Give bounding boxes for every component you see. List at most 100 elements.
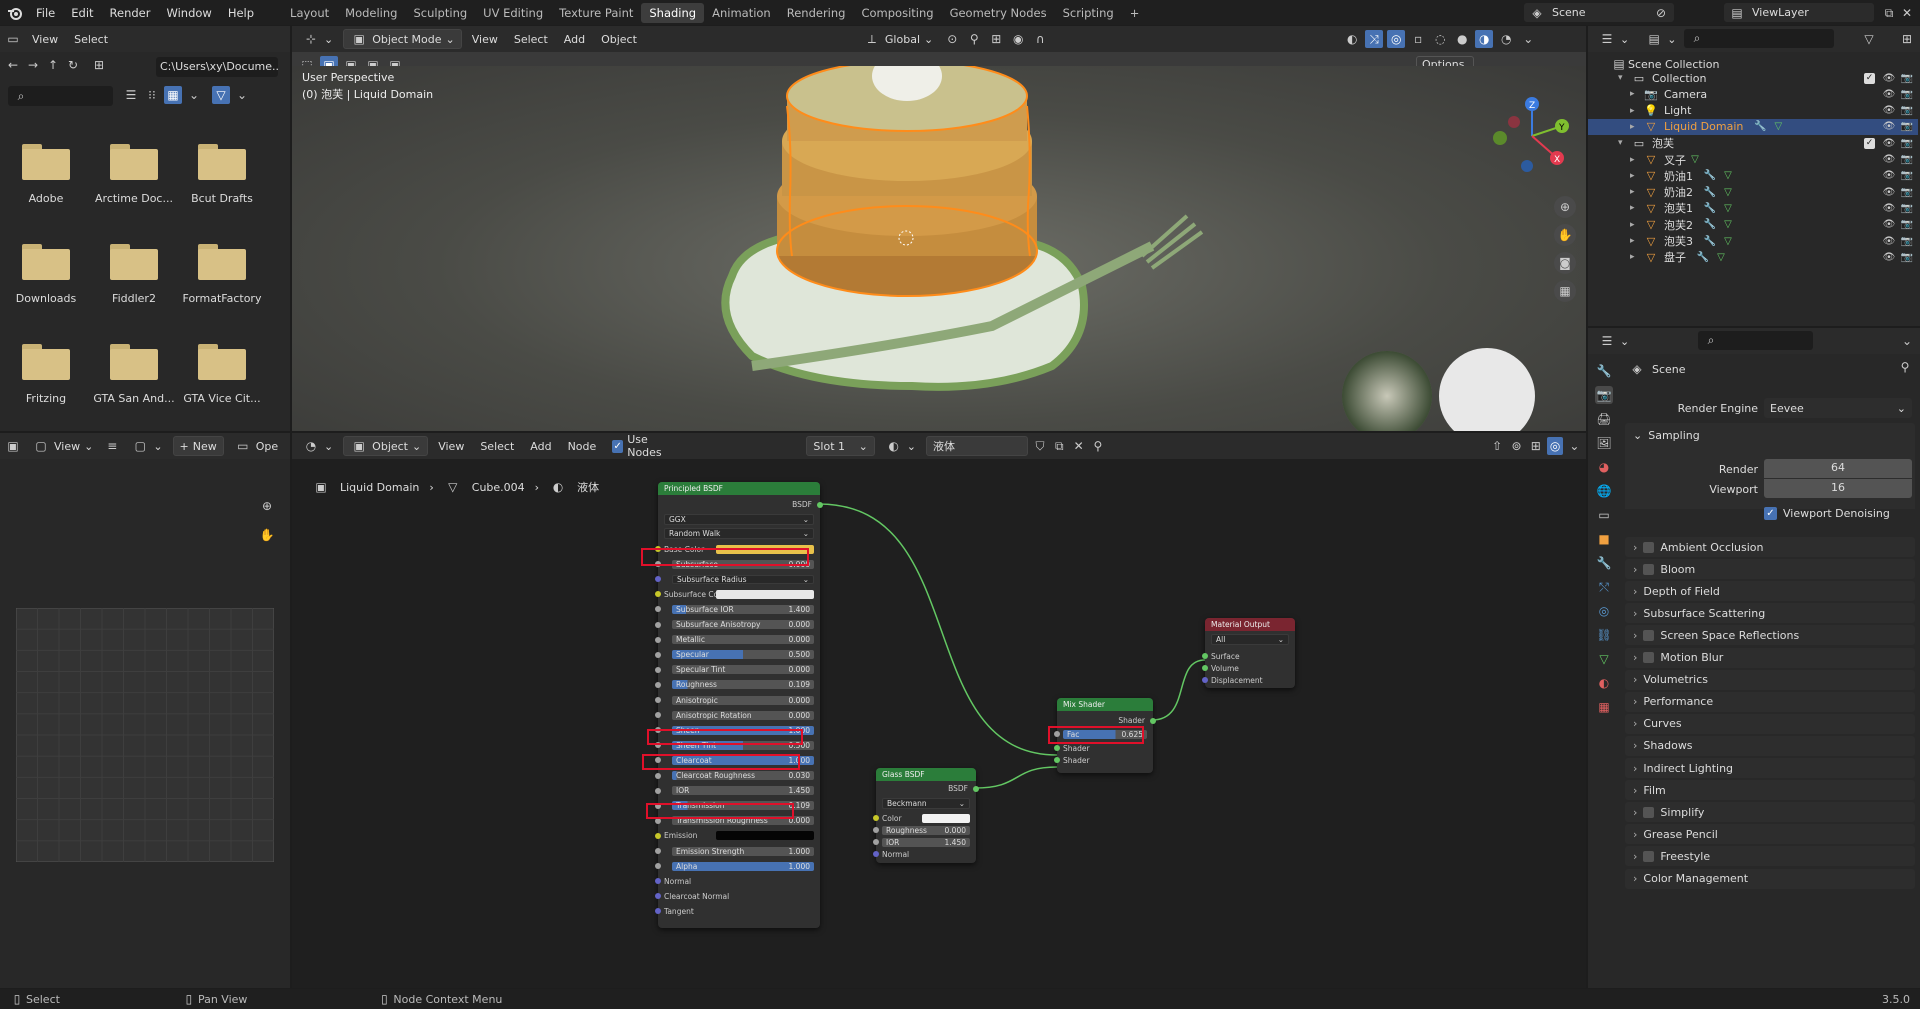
transform-orientation[interactable]: ⟂ Global ⌄ [857, 29, 939, 49]
panel-screen-space-reflections[interactable]: › Screen Space Reflections [1625, 625, 1915, 646]
output-target-dropdown[interactable]: All ⌄ [1211, 634, 1289, 645]
menu-render[interactable]: Render [102, 6, 159, 20]
value-slider[interactable]: Anisotropic Rotation 0.000 [672, 710, 814, 720]
snap-target-icon[interactable]: ⊞ [987, 30, 1005, 48]
solid-shading-icon[interactable]: ● [1453, 30, 1471, 48]
fb-menu-select[interactable]: Select [68, 29, 114, 49]
checkbox-checked-icon[interactable]: ✓ [1864, 137, 1875, 149]
panel-bloom[interactable]: › Bloom [1625, 559, 1915, 580]
glass-bsdf-node[interactable]: Glass BSDF BSDF Beckmann ⌄ Color Roughnes… [873, 768, 979, 863]
panel-indirect-lighting[interactable]: › Indirect Lighting [1625, 758, 1915, 778]
open-image-button[interactable]: ▭ Ope [228, 436, 284, 456]
camera-render-icon[interactable]: 📷 [1898, 232, 1916, 250]
value-slider[interactable]: Specular 0.500 [672, 650, 814, 660]
eye-icon[interactable]: 👁 [1880, 232, 1898, 250]
panel-performance[interactable]: › Performance [1625, 691, 1915, 712]
node-header[interactable]: Mix Shader [1057, 698, 1153, 711]
path-input[interactable]: C:\Users\xy\Docume... [156, 57, 278, 77]
subsurface-method-dropdown[interactable]: Random Walk ⌄ [664, 528, 814, 539]
vp-menu-view[interactable]: View [466, 29, 504, 49]
editor-type-icon[interactable]: ▣ [4, 437, 22, 455]
chevron-down-icon[interactable]: ⌄ [1898, 332, 1916, 350]
outliner-item[interactable]: ▸ ▽ 泡芙2 🔧 ▽ 👁 📷 [1588, 217, 1918, 233]
input-socket[interactable] [655, 606, 661, 613]
principled-row-subsurface-anisotropy[interactable]: Subsurface Anisotropy 0.000 [655, 620, 814, 630]
modifier-icon[interactable]: 🔧 [1701, 167, 1719, 185]
value-slider[interactable]: Emission Strength 1.000 [672, 846, 814, 856]
panel-shadows[interactable]: › Shadows [1625, 735, 1915, 756]
eye-icon[interactable]: 👁 [1880, 102, 1898, 120]
ie-image-browse[interactable]: ▢ ⌄ [125, 436, 168, 456]
render-samples-field[interactable]: 64 [1764, 459, 1912, 478]
viewport-denoising-checkbox[interactable]: ✓ Viewport Denoising [1764, 507, 1890, 520]
chevron-right-icon[interactable]: ▸ [1630, 252, 1642, 262]
view-layer-tab-icon[interactable]: 🖼 [1595, 434, 1613, 452]
checkbox-icon[interactable] [1643, 541, 1655, 553]
menu-help[interactable]: Help [220, 6, 262, 20]
principled-row-anisotropic-rotation[interactable]: Anisotropic Rotation 0.000 [655, 710, 814, 720]
mode-selector[interactable]: ▣ Object Mode ⌄ [343, 29, 462, 49]
workspace-tab-layout[interactable]: Layout [282, 3, 337, 23]
color-swatch[interactable] [716, 589, 814, 599]
checkbox-icon[interactable] [1643, 563, 1655, 575]
principled-row-alpha[interactable]: Alpha 1.000 [655, 861, 814, 871]
folder-item[interactable]: Fiddler2 [92, 244, 176, 305]
filter-icon[interactable]: ▽ [212, 86, 230, 104]
principled-row-tangent[interactable]: Tangent [655, 906, 814, 916]
remove-viewlayer-icon[interactable]: ✕ [1898, 4, 1916, 22]
chevron-right-icon[interactable]: ▸ [1630, 89, 1642, 99]
input-socket[interactable] [655, 666, 661, 673]
principled-row-specular[interactable]: Specular 0.500 [655, 650, 814, 660]
modifier-icon[interactable]: 🔧 [1694, 248, 1712, 266]
input-socket[interactable] [655, 636, 661, 643]
outliner-item[interactable]: ▸ ▽ 奶油2 🔧 ▽ 👁 📷 [1588, 184, 1918, 200]
checkbox-icon[interactable] [1643, 806, 1655, 818]
chevron-right-icon[interactable]: ▸ [1630, 187, 1642, 197]
editor-type-icon[interactable]: ▭ [4, 30, 22, 48]
material-tab-icon[interactable]: ◐ [1595, 674, 1613, 692]
snap-icon[interactable]: ⚲ [965, 30, 983, 48]
parent-dir-icon[interactable]: ↑ [44, 56, 62, 74]
principled-row-roughness[interactable]: Roughness 0.109 [655, 680, 814, 690]
glass-distribution-dropdown[interactable]: Beckmann ⌄ [882, 798, 970, 809]
principled-row-normal[interactable]: Normal [655, 876, 814, 886]
camera-render-icon[interactable]: 📷 [1898, 151, 1916, 169]
list-horizontal-icon[interactable]: ⁝⁝ [143, 86, 161, 104]
eye-icon[interactable]: 👁 [1880, 248, 1898, 266]
visibility-icon[interactable]: ◐ [1343, 30, 1361, 48]
camera-render-icon[interactable]: 📷 [1898, 248, 1916, 266]
input-socket[interactable] [655, 772, 661, 779]
wireframe-shading-icon[interactable]: ◌ [1431, 30, 1449, 48]
outliner-item[interactable]: ▾ ▭ Collection ✓ 👁 📷 [1588, 70, 1918, 86]
input-socket[interactable] [655, 576, 661, 583]
fb-menu-view[interactable]: View [26, 29, 64, 49]
chevron-right-icon[interactable]: ▸ [1630, 106, 1642, 116]
outliner-item[interactable]: ▸ ▽ Liquid Domain 🔧 ▽ 👁 📷 [1588, 118, 1918, 136]
modifier-icon[interactable]: 🔧 [1701, 216, 1719, 234]
input-socket[interactable] [655, 863, 661, 870]
blender-logo-icon[interactable] [6, 4, 24, 22]
workspace-tab-compositing[interactable]: Compositing [853, 3, 941, 23]
input-socket[interactable] [655, 848, 661, 854]
mesh-data-icon[interactable]: ▽ [1719, 199, 1737, 217]
camera-render-icon[interactable]: 📷 [1898, 167, 1916, 185]
workspace-tab-geometry-nodes[interactable]: Geometry Nodes [942, 3, 1055, 23]
back-arrow-icon[interactable]: ← [4, 56, 22, 74]
panel-grease-pencil[interactable]: › Grease Pencil [1625, 824, 1915, 845]
sampling-panel-header[interactable]: ⌄ Sampling [1625, 423, 1915, 447]
outliner-item[interactable]: ▸ 💡 Light 👁 📷 [1588, 103, 1918, 119]
camera-render-icon[interactable]: 📷 [1898, 118, 1916, 136]
zoom-icon[interactable]: ⊕ [258, 497, 276, 515]
pin-icon[interactable]: ⊘ [1652, 4, 1670, 22]
pin-icon[interactable]: ⚲ [1896, 358, 1914, 376]
eye-icon[interactable]: 👁 [1880, 134, 1898, 152]
mesh-data-icon[interactable]: ▽ [1719, 167, 1737, 185]
data-tab-icon[interactable]: ▽ [1595, 650, 1613, 668]
value-slider[interactable]: IOR 1.450 [672, 786, 814, 796]
checkbox-icon[interactable] [1643, 652, 1655, 663]
vp-menu-select[interactable]: Select [508, 29, 554, 49]
value-slider[interactable]: Subsurface IOR 1.400 [672, 604, 814, 614]
eye-icon[interactable]: 👁 [1880, 216, 1898, 234]
tool-tab-icon[interactable]: 🔧 [1595, 362, 1613, 380]
input-socket[interactable] [655, 712, 661, 719]
